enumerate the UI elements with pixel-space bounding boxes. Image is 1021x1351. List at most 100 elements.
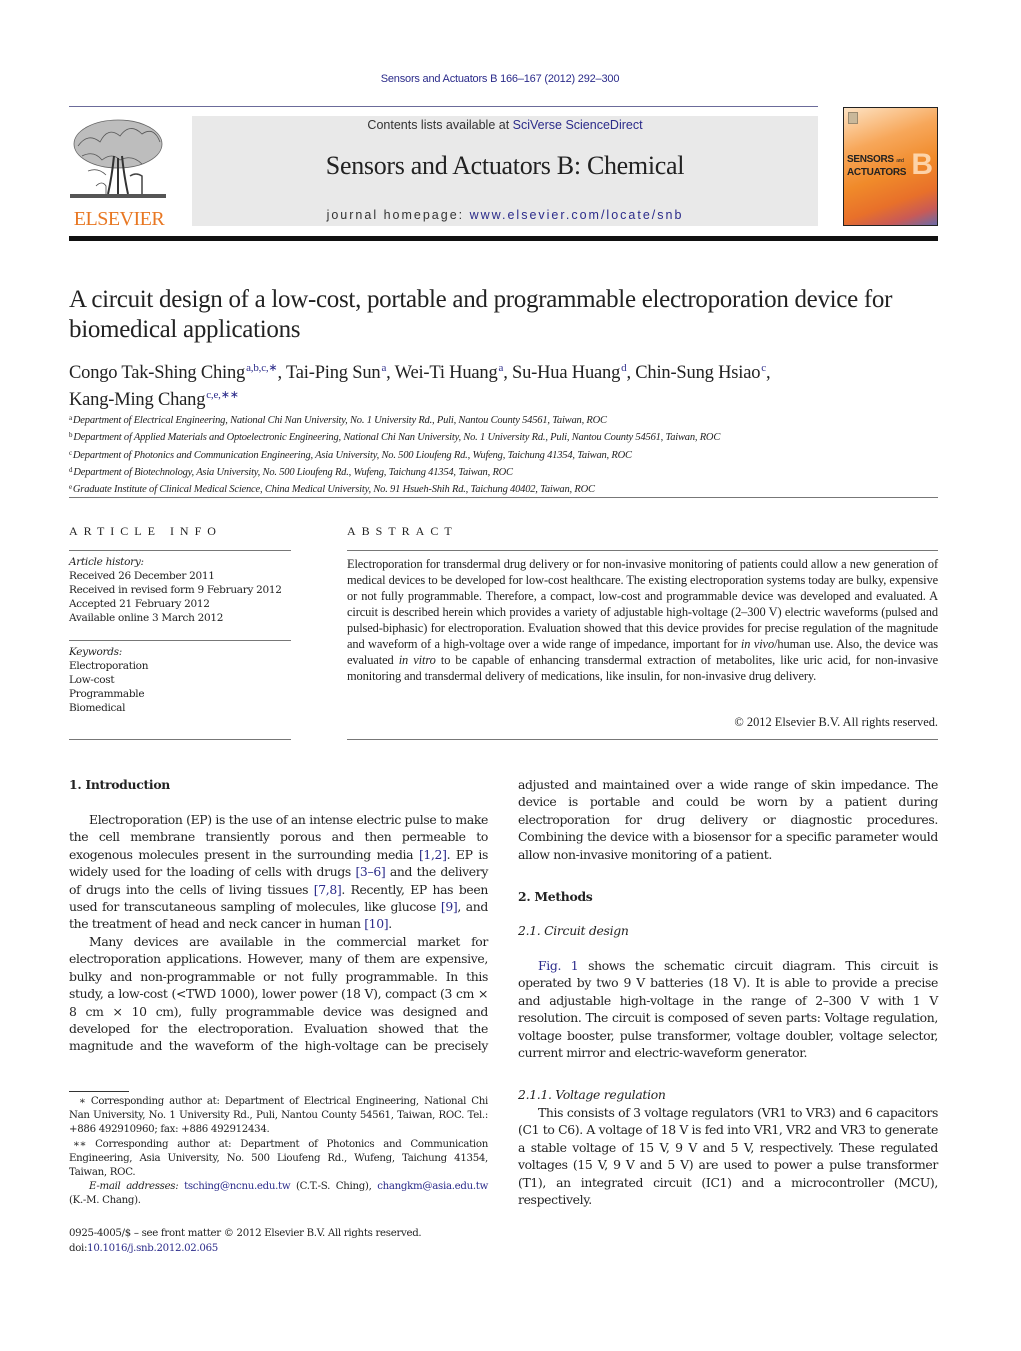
keyword-item: Low-cost [69,674,115,686]
email-link[interactable]: tsching@ncnu.edu.tw [184,1181,291,1192]
abstract-heading: ABSTRACT [347,524,458,538]
citation-link[interactable]: [1,2] [419,847,447,862]
keyword-item: Programmable [69,688,145,700]
article-info-divider-mid [69,640,291,641]
issn-line: 0925-4005/$ – see front matter © 2012 El… [69,1228,422,1239]
affiliation-item: dDepartment of Biotechnology, Asia Unive… [69,463,949,480]
article-info-heading: ARTICLE INFO [69,524,222,538]
article-history-label: Article history: [69,556,144,568]
affiliation-item: bDepartment of Applied Materials and Opt… [69,428,949,445]
author-separator: , [626,363,636,383]
keyword-item: Electroporation [69,660,149,672]
affiliation-mark: e [69,483,72,492]
affiliation-item: cDepartment of Photonics and Communicati… [69,446,949,463]
section-heading-methods: 2. Methods [518,889,593,904]
journal-title: Sensors and Actuators B: Chemical [325,151,685,180]
article-info-divider-top [69,550,291,551]
intro-paragraph-1: Electroporation (EP) is the use of an in… [69,811,488,933]
subsection-heading-voltage-regulation: 2.1.1. Voltage regulation [518,1087,666,1102]
section-heading-introduction: 1. Introduction [69,777,170,792]
affiliation-text: Department of Photonics and Communicatio… [72,449,632,461]
author-affiliation-marks[interactable]: c,e,∗∗ [206,389,239,401]
email-link[interactable]: changkm@asia.edu.tw [377,1181,488,1192]
email-owner: (K.-M. Chang). [69,1195,141,1207]
top-divider [69,106,818,107]
cover-letter: B [911,148,933,181]
affiliation-item: eGraduate Institute of Clinical Medical … [69,480,949,497]
author-name[interactable]: Tai-Ping Sun [286,363,381,383]
doi-line: doi:10.1016/j.snb.2012.02.065 [69,1241,489,1256]
abstract-text: Electroporation for transdermal drug del… [347,556,938,684]
citation-link[interactable]: [7,8] [314,882,342,897]
abstract-italic: in vivo [740,637,775,651]
header-thick-divider [69,236,938,241]
affiliation-list: aDepartment of Electrical Engineering, N… [69,411,949,497]
author-separator: , [503,363,513,383]
email-owner: (C.T.-S. Ching), [290,1181,378,1193]
figure-link[interactable]: Fig. 1 [538,958,579,973]
article-title: A circuit design of a low-cost, portable… [69,286,893,343]
author-name[interactable]: Kang-Ming Chang [69,390,205,410]
abstract-divider-top [347,550,938,551]
history-item: Available online 3 March 2012 [69,612,224,624]
author-affiliation-marks[interactable]: a,b,c,∗ [246,362,278,374]
abstract-italic: in vitro [398,653,436,667]
paragraph-text: . [388,916,392,932]
author-separator: , [386,363,395,383]
elsevier-logo[interactable]: ELSEVIER [68,116,170,230]
citation-link[interactable]: [10] [364,916,388,931]
affiliation-text: Department of Biotechnology, Asia Univer… [73,466,513,478]
history-item: Received 26 December 2011 [69,570,215,582]
elsevier-wordmark: ELSEVIER [73,208,165,230]
contents-prefix: Contents lists available at [367,118,513,132]
voltage-regulation-paragraph: This consists of 3 voltage regulators (V… [518,1105,938,1208]
homepage-line: journal homepage: www.elsevier.com/locat… [192,208,818,222]
paragraph-text: shows the schematic circuit diagram. Thi… [518,958,938,1061]
footnote-emails: E-mail addresses: tsching@ncnu.edu.tw (C… [69,1180,488,1208]
cover-title-and: and [896,158,904,164]
front-matter-meta: 0925-4005/$ – see front matter © 2012 El… [69,1226,489,1256]
citation-link[interactable]: [9] [441,899,458,914]
email-label: E-mail addresses: [89,1181,185,1193]
author-list: Congo Tak-Shing Chinga,b,c,∗, Tai-Ping S… [69,357,949,411]
author-name[interactable]: Wei-Ti Huang [395,363,498,383]
intro-paragraph-2-continued: adjusted and maintained over a wide rang… [518,777,938,862]
affiliation-text: Department of Applied Materials and Opto… [73,432,721,444]
cover-publisher-icon [848,112,858,124]
history-item: Accepted 21 February 2012 [69,598,210,610]
sciencedirect-link[interactable]: SciVerse ScienceDirect [513,118,643,132]
affiliation-mark: b [69,431,73,440]
author-name[interactable]: Su-Hua Huang [512,363,620,383]
affiliation-divider [69,497,938,498]
history-item: Received in revised form 9 February 2012 [69,584,282,596]
doi-prefix: doi: [69,1243,88,1254]
elsevier-tree-icon [70,119,166,198]
keywords-label: Keywords: [69,646,122,658]
author-name[interactable]: Chin-Sung Hsiao [635,363,760,383]
abstract-text-part: to be capable of enhancing transdermal e… [347,653,938,683]
abstract-divider-bottom [347,739,938,740]
author-separator: , [277,363,286,383]
citation-link[interactable]: [3–6] [355,864,385,879]
author-name[interactable]: Congo Tak-Shing Ching [69,363,245,383]
affiliation-mark: d [69,465,73,474]
cover-title-line1: SENSORS [847,154,894,165]
cover-title: SENSORS and ACTUATORS [847,154,906,178]
journal-masthead: Contents lists available at SciVerse Sci… [192,116,818,226]
intro-paragraph-2: Many devices are available in the commer… [69,934,488,1054]
footnote-corresponding-2: ∗∗ Corresponding author at: Department o… [69,1138,488,1179]
keyword-item: Biomedical [69,702,126,714]
affiliation-text: Department of Electrical Engineering, Na… [72,415,607,426]
subsection-heading-circuit-design: 2.1. Circuit design [518,923,629,938]
cover-title-line2: ACTUATORS [847,167,907,178]
journal-reference: Sensors and Actuators B 166–167 (2012) 2… [380,73,620,85]
contents-line: Contents lists available at SciVerse Sci… [192,118,818,132]
homepage-link[interactable]: www.elsevier.com/locate/snb [470,208,684,222]
abstract-copyright: © 2012 Elsevier B.V. All rights reserved… [734,715,938,729]
affiliation-mark: c [69,448,72,457]
article-info-divider-bottom [69,739,291,740]
doi-link[interactable]: 10.1016/j.snb.2012.02.065 [87,1243,218,1254]
journal-cover[interactable]: B SENSORS and ACTUATORS [843,107,938,226]
author-separator: , [765,363,771,383]
affiliation-item: aDepartment of Electrical Engineering, N… [69,411,949,428]
